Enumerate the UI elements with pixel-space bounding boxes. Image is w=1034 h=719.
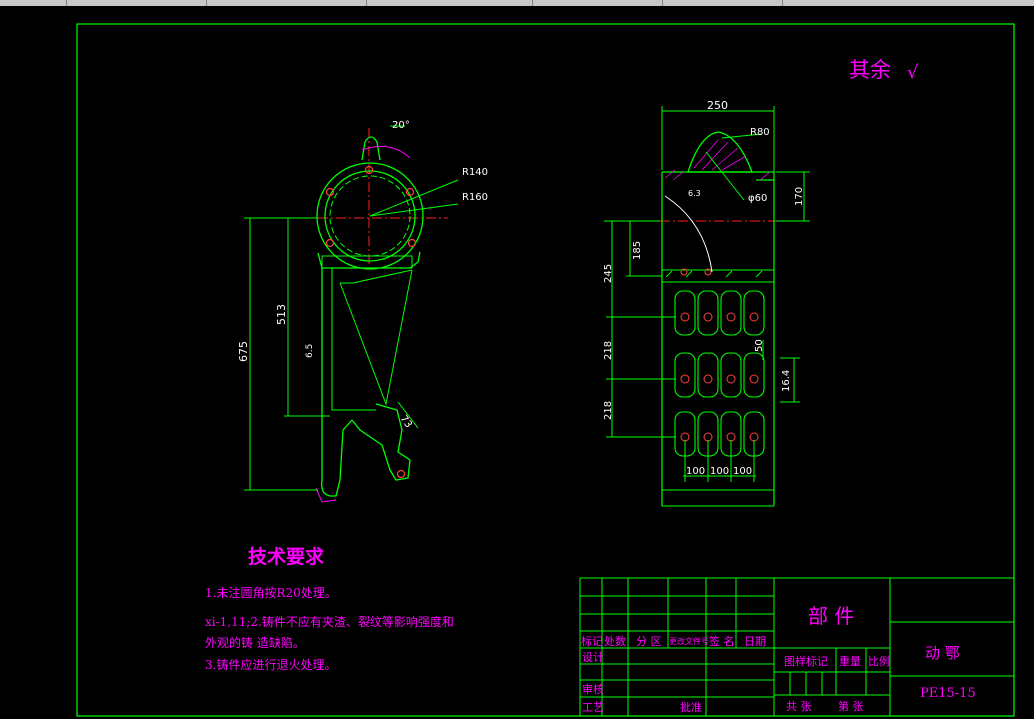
hub-cap xyxy=(687,131,753,173)
tb-weight: 重量 xyxy=(839,654,861,668)
slot-grid xyxy=(674,290,765,457)
notes-title: 技术要求 xyxy=(248,545,325,568)
tb-scale: 比例 xyxy=(868,654,890,668)
dim-250: 250 xyxy=(707,99,728,112)
tb-total-sheets: 共 张 xyxy=(786,700,812,713)
dim-6-5: 6.5 xyxy=(305,344,315,358)
dim-phi60: φ60 xyxy=(748,193,767,204)
front-dimension-lines xyxy=(604,106,810,482)
tb-stage-mark: 图样标记 xyxy=(784,654,828,668)
dim-16-4: 16.4 xyxy=(781,370,792,392)
dim-50: 50 xyxy=(754,339,765,352)
tb-sheet-no: 第 张 xyxy=(838,699,864,713)
hub-hatching xyxy=(664,139,771,181)
dim-513: 513 xyxy=(275,304,288,325)
notes-line-1: 1.未注圆角按R20处理。 xyxy=(205,585,337,600)
side-view: 20° R140 R160 675 513 6.5 73 xyxy=(237,120,488,503)
tb-process: 工艺 xyxy=(582,701,604,714)
notes-line-4: 3.铸件应进行退火处理。 xyxy=(205,657,336,672)
tb-review: 审核 xyxy=(582,682,604,696)
tb-h-mark: 标记 xyxy=(581,634,603,648)
dim-73: 73 xyxy=(398,413,414,430)
plate-hatching xyxy=(665,270,763,278)
dim-100-a: 100 xyxy=(686,466,705,477)
toggle-seat xyxy=(351,403,411,481)
tb-h-zone: 分 区 xyxy=(636,635,662,648)
dim-100-c: 100 xyxy=(733,466,752,477)
dim-218-upper: 218 xyxy=(603,341,614,360)
dim-20deg: 20° xyxy=(392,120,410,131)
cad-drawing-canvas[interactable]: 其余 √ 20° R140 R160 675 513 6.5 73 250 R8… xyxy=(0,6,1034,719)
dim-185: 185 xyxy=(632,241,643,260)
tb-h-date: 日期 xyxy=(744,635,766,648)
tb-drawing-code: PE15-15 xyxy=(920,686,976,701)
web-outline xyxy=(339,269,413,406)
roughness-symbol: √ xyxy=(907,62,919,83)
dim-6-3: 6.3 xyxy=(688,189,701,198)
tb-h-doc: 更改文件号 xyxy=(669,636,709,646)
top-lug xyxy=(361,136,381,161)
drawing-frame xyxy=(76,23,1015,717)
dim-218-lower: 218 xyxy=(603,401,614,420)
tb-h-sign: 签 名 xyxy=(709,634,735,648)
title-block: 部 件 动 鄂 PE15-15 标记 处数 分 区 更改文件号 签 名 日期 设… xyxy=(579,577,1015,717)
tb-design: 设计 xyxy=(582,651,604,664)
dim-675: 675 xyxy=(237,341,250,362)
hub-outline xyxy=(662,171,775,181)
upper-rib xyxy=(321,255,413,269)
dim-r160: R160 xyxy=(462,192,488,203)
dim-r140: R140 xyxy=(462,167,488,178)
dim-170: 170 xyxy=(794,187,805,206)
roughness-label: 其余 xyxy=(849,58,891,82)
tb-h-count: 处数 xyxy=(604,635,626,648)
inner-rib xyxy=(340,269,413,284)
tb-part-label: 部 件 xyxy=(808,604,854,628)
front-view: 250 R80 170 φ60 6.3 185 245 218 218 50 1… xyxy=(603,99,810,507)
technical-requirements: 技术要求 1.未注圆角按R20处理。 xi-1,11;2.铸件不应有夹渣、裂纹等… xyxy=(205,545,454,672)
tb-part-name: 动 鄂 xyxy=(925,644,960,662)
intersection-curve xyxy=(664,195,713,273)
dim-245: 245 xyxy=(603,264,614,283)
dim-100-b: 100 xyxy=(710,466,729,477)
notes-line-3: 外观的铸 造缺陷。 xyxy=(205,635,305,650)
notes-line-2: xi-1,11;2.铸件不应有夹渣、裂纹等影响强度和 xyxy=(205,614,454,629)
dim-r80: R80 xyxy=(750,127,770,138)
tb-approve: 批准 xyxy=(680,700,702,714)
inner-rib-left xyxy=(331,268,376,411)
